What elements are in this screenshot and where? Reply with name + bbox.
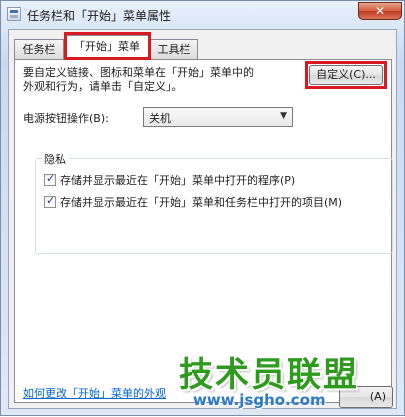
close-button[interactable]: ✕ — [358, 2, 402, 20]
privacy-group: 隐私 存储并显示最近在「开始」菜单中打开的程序(P) 存储并显示最近在「开始」菜… — [35, 151, 393, 254]
description-line-1: 要自定义链接、图标和菜单在「开始」菜单中的 — [23, 66, 254, 79]
watermark-logo-text: 技术员联盟 — [179, 355, 359, 395]
tab-toolbars[interactable]: 工具栏 — [150, 39, 198, 59]
privacy-option-items-label: 存储并显示最近在「开始」菜单和任务栏中打开的项目(M) — [60, 196, 343, 209]
site-watermark: 技术员联盟 www.jsgho.com — [179, 347, 379, 417]
watermark-url: www.jsgho.com — [193, 391, 326, 409]
description-line-2: 外观和行为，请单击「自定义」。 — [23, 80, 183, 93]
power-button-select[interactable]: 关机 ▼ — [143, 107, 293, 127]
privacy-option-items[interactable]: 存储并显示最近在「开始」菜单和任务栏中打开的项目(M) — [44, 194, 342, 210]
checkbox-checked-icon[interactable] — [44, 172, 56, 186]
customize-button[interactable]: 自定义(C)... — [309, 65, 383, 85]
power-button-label: 电源按钮操作(B): — [23, 112, 109, 125]
privacy-title: 隐私 — [42, 151, 68, 167]
description-text: 要自定义链接、图标和菜单在「开始」菜单中的 外观和行为，请单击「自定义」。 — [23, 66, 313, 94]
checkbox-checked-icon[interactable] — [44, 194, 56, 208]
privacy-option-programs[interactable]: 存储并显示最近在「开始」菜单中打开的程序(P) — [44, 172, 295, 188]
window-title: 任务栏和「开始」菜单属性 — [27, 9, 172, 23]
power-button-value: 关机 — [149, 112, 171, 125]
title-bar[interactable]: 任务栏和「开始」菜单属性 ✕ — [1, 1, 404, 29]
privacy-option-programs-label: 存储并显示最近在「开始」菜单中打开的程序(P) — [60, 174, 296, 187]
properties-window: 任务栏和「开始」菜单属性 ✕ 任务栏 「开始」菜单 工具栏 要自定义链接、图标和… — [0, 0, 405, 416]
tab-taskbar[interactable]: 任务栏 — [14, 39, 64, 59]
dropdown-arrow-icon: ▼ — [280, 111, 287, 121]
help-link[interactable]: 如何更改「开始」菜单的外观 — [23, 385, 166, 401]
tab-start-menu[interactable]: 「开始」菜单 — [65, 35, 149, 60]
taskbar-properties-icon — [7, 7, 21, 21]
